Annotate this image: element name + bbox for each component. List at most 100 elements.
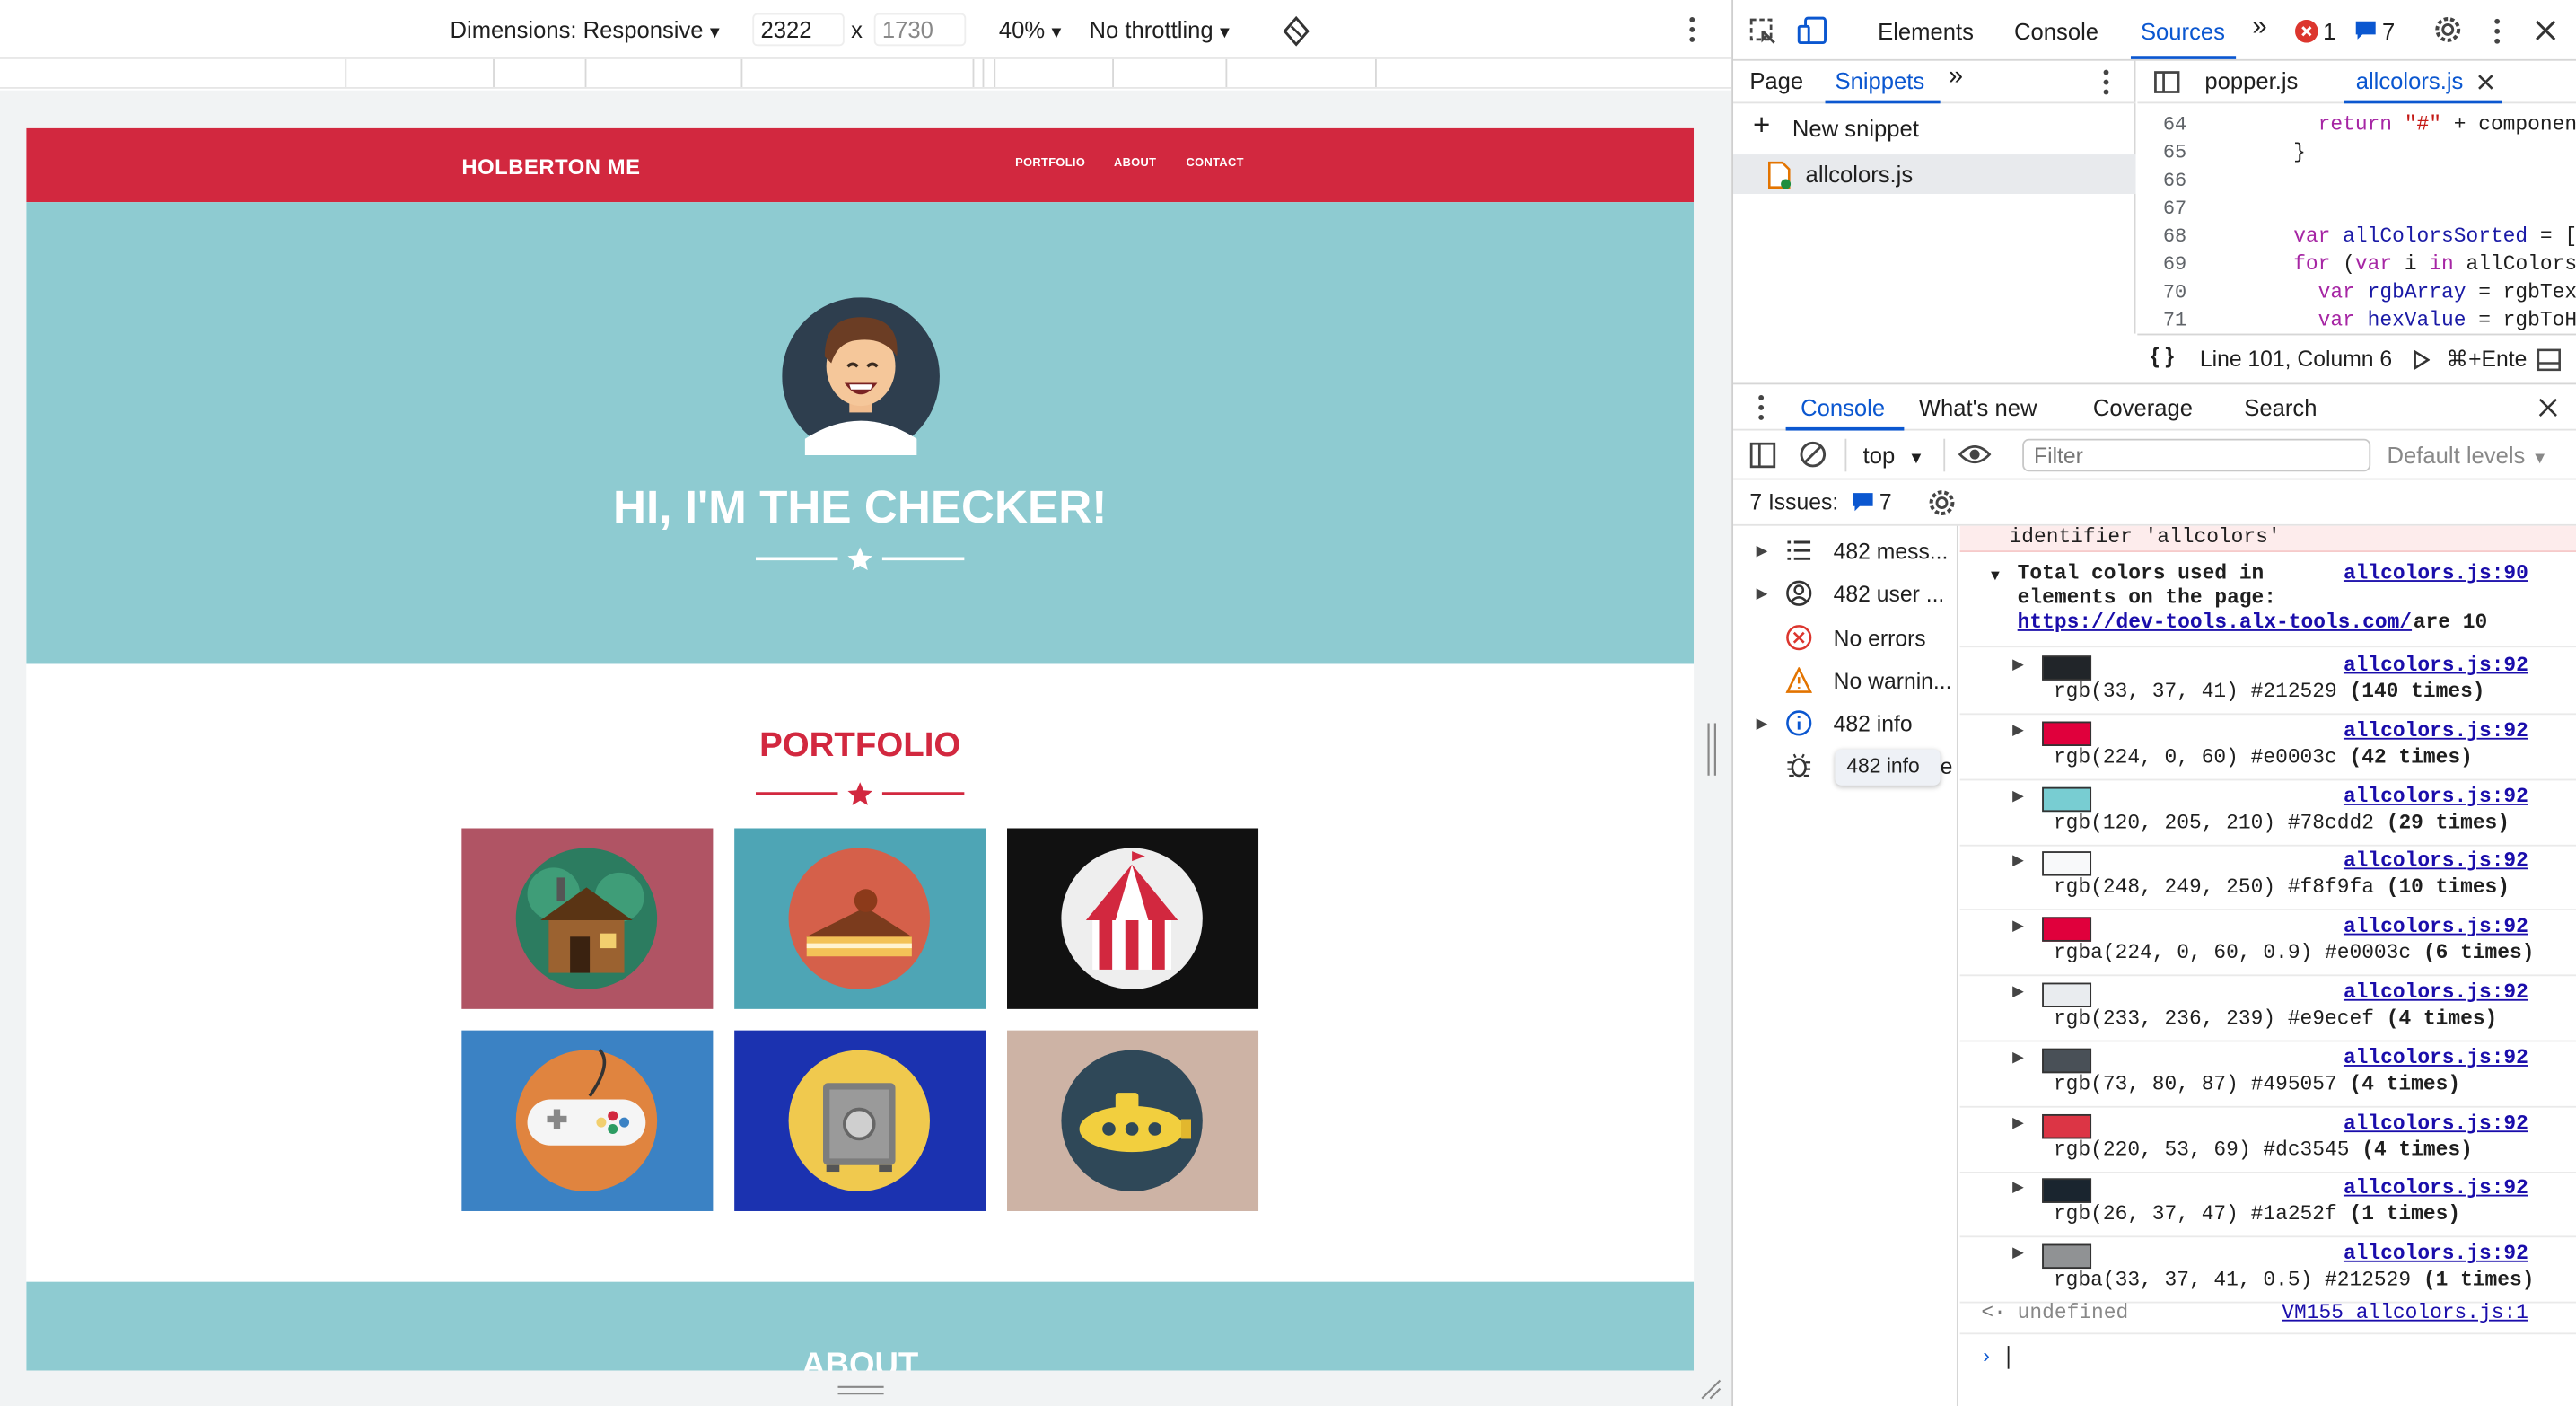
nav-contact[interactable]: CONTACT <box>1187 158 1244 170</box>
width-input[interactable]: 2322 <box>752 13 845 47</box>
sidebar-item-messages[interactable]: ▶ 482 mess... <box>1733 529 1958 572</box>
tab-sources[interactable]: Sources <box>2141 18 2225 44</box>
color-log-row[interactable]: ▶ allcolors.js:92 rgba(224, 0, 60, 0.9) #e… <box>1959 910 2576 977</box>
portfolio-tile-safe[interactable] <box>734 1030 986 1211</box>
log-levels-dropdown[interactable]: Default levels ▼ <box>2388 442 2548 468</box>
expand-triangle-icon[interactable]: ▶ <box>2012 1179 2024 1197</box>
drawer-tab-whats-new[interactable]: What's new <box>1919 394 2037 420</box>
sidebar-item-info[interactable]: ▶ 482 info <box>1733 702 1958 745</box>
source-link[interactable]: allcolors.js:92 <box>2344 785 2528 808</box>
error-count-icon[interactable] <box>2295 19 2318 43</box>
close-tab-icon[interactable] <box>2477 74 2493 90</box>
height-input[interactable]: 1730 <box>873 13 967 47</box>
dimensions-dropdown[interactable]: Dimensions: Responsive ▼ <box>451 16 723 42</box>
source-link[interactable]: allcolors.js:92 <box>2344 850 2528 874</box>
toggle-navigator-icon[interactable] <box>2154 69 2180 95</box>
sidebar-item-errors[interactable]: No errors <box>1733 616 1958 659</box>
tab-console[interactable]: Console <box>2014 18 2098 44</box>
snippet-file-item[interactable]: allcolors.js <box>1733 154 2136 194</box>
expand-triangle-icon[interactable]: ▶ <box>2012 786 2024 804</box>
expand-triangle-icon[interactable]: ▶ <box>2012 918 2024 936</box>
expand-triangle-icon[interactable]: ▶ <box>2012 655 2024 673</box>
nav-portfolio[interactable]: PORTFOLIO <box>1015 158 1085 170</box>
zoom-dropdown[interactable]: 40% ▼ <box>999 16 1065 42</box>
viewport-side-resize-handle[interactable] <box>1707 723 1717 776</box>
portfolio-tile-submarine[interactable] <box>1007 1030 1259 1211</box>
close-devtools-icon[interactable] <box>2535 20 2556 41</box>
media-query-bar[interactable] <box>0 58 1732 89</box>
error-count[interactable]: 1 <box>2323 18 2335 44</box>
color-log-row[interactable]: ▶ allcolors.js:92 rgb(233, 236, 239) #e9ec… <box>1959 976 2576 1042</box>
more-options-icon[interactable] <box>1687 16 1697 42</box>
line-number[interactable]: 66 <box>2137 170 2186 193</box>
line-number[interactable]: 68 <box>2137 225 2186 249</box>
color-log-row[interactable]: ▶ allcolors.js:92 rgb(120, 205, 210) #78cd… <box>1959 780 2576 846</box>
color-log-row[interactable]: ▶ allcolors.js:92 rgb(220, 53, 69) #dc3545… <box>1959 1107 2576 1173</box>
source-link[interactable]: allcolors.js:92 <box>2344 719 2528 743</box>
sidebar-item-warnings[interactable]: No warnin... <box>1733 659 1958 702</box>
portfolio-tile-controller[interactable] <box>461 1030 714 1211</box>
drawer-tab-search[interactable]: Search <box>2244 394 2317 420</box>
viewport-corner-resize-handle[interactable] <box>1699 1377 1722 1401</box>
console-filter-input[interactable]: Filter <box>2022 438 2371 472</box>
issues-count-icon[interactable] <box>2354 20 2378 41</box>
more-tabs-chevron-icon[interactable]: » <box>2252 13 2266 43</box>
devtools-menu-icon[interactable] <box>2493 18 2502 44</box>
color-log-row[interactable]: ▶ allcolors.js:92 rgb(33, 37, 41) #212529 … <box>1959 649 2576 716</box>
console-sidebar-toggle-icon[interactable] <box>1749 442 1776 469</box>
portfolio-tile-cake[interactable] <box>734 828 986 1009</box>
throttling-dropdown[interactable]: No throttling ▼ <box>1090 16 1233 42</box>
color-log-row[interactable]: ▶ allcolors.js:92 rgb(224, 0, 60) #e0003c … <box>1959 715 2576 781</box>
navigator-tab-snippets[interactable]: Snippets <box>1836 67 1925 93</box>
settings-gear-icon[interactable] <box>2433 14 2463 44</box>
expand-triangle-icon[interactable]: ▶ <box>2012 721 2024 739</box>
live-expression-eye-icon[interactable] <box>1958 444 1992 465</box>
drawer-menu-icon[interactable] <box>1757 394 1766 420</box>
source-link[interactable]: allcolors.js:92 <box>2344 981 2528 1005</box>
toggle-debugger-icon[interactable] <box>2537 348 2561 372</box>
run-snippet-icon[interactable] <box>2414 349 2431 370</box>
rotate-icon[interactable] <box>1280 14 1313 48</box>
navigator-more-chevron-icon[interactable]: » <box>1949 63 1963 92</box>
color-group-header[interactable]: ▼ Total colors used in elements on the p… <box>1959 562 2576 648</box>
line-number[interactable]: 64 <box>2137 113 2186 136</box>
group-source-link[interactable]: allcolors.js:90 <box>2344 562 2528 585</box>
site-brand[interactable]: HOLBERTON ME <box>461 154 640 179</box>
source-link[interactable]: allcolors.js:92 <box>2344 1243 2528 1266</box>
line-number[interactable]: 67 <box>2137 198 2186 221</box>
line-number[interactable]: 71 <box>2137 309 2186 332</box>
portfolio-tile-circus[interactable] <box>1007 828 1259 1009</box>
editor-tab-popper[interactable]: popper.js <box>2204 67 2298 93</box>
source-link[interactable]: allcolors.js:92 <box>2344 1177 2528 1200</box>
result-source-link[interactable]: VM155 allcolors.js:1 <box>2282 1302 2528 1325</box>
new-snippet-button[interactable]: + New snippet <box>1733 109 2135 148</box>
expanded-triangle-icon[interactable]: ▼ <box>1988 567 2002 583</box>
device-toolbar-icon[interactable] <box>1797 16 1830 46</box>
sidebar-item-user-messages[interactable]: ▶ 482 user ... <box>1733 572 1958 615</box>
source-link[interactable]: allcolors.js:92 <box>2344 1112 2528 1135</box>
issues-bar-count[interactable]: 7 <box>1879 489 1892 514</box>
color-log-row[interactable]: ▶ allcolors.js:92 rgb(248, 249, 250) #f8f9… <box>1959 846 2576 911</box>
expand-triangle-icon[interactable]: ▶ <box>2012 852 2024 870</box>
console-prompt[interactable]: › <box>1960 1341 2576 1377</box>
source-link[interactable]: allcolors.js:92 <box>2344 1047 2528 1070</box>
context-selector[interactable]: top ▼ <box>1863 442 1924 468</box>
issues-icon[interactable] <box>1852 491 1875 513</box>
source-link[interactable]: allcolors.js:92 <box>2344 916 2528 939</box>
line-number[interactable]: 65 <box>2137 141 2186 164</box>
color-log-row[interactable]: ▶ allcolors.js:92 rgb(26, 37, 47) #1a252f … <box>1959 1173 2576 1238</box>
close-drawer-icon[interactable] <box>2538 398 2558 417</box>
source-link[interactable]: allcolors.js:92 <box>2344 654 2528 677</box>
nav-about[interactable]: ABOUT <box>1114 158 1156 170</box>
expand-triangle-icon[interactable]: ▶ <box>2012 1113 2024 1131</box>
color-log-row[interactable]: ▶ allcolors.js:92 rgba(33, 37, 41, 0.5) #2… <box>1959 1238 2576 1304</box>
line-number[interactable]: 69 <box>2137 253 2186 277</box>
expand-triangle-icon[interactable]: ▶ <box>2012 1048 2024 1066</box>
editor-tab-allcolors[interactable]: allcolors.js <box>2356 67 2464 93</box>
tab-elements[interactable]: Elements <box>1878 18 1974 44</box>
color-log-row[interactable]: ▶ allcolors.js:92 rgb(73, 80, 87) #495057 … <box>1959 1041 2576 1108</box>
expand-triangle-icon[interactable]: ▶ <box>2012 983 2024 1001</box>
portfolio-tile-cabin[interactable] <box>461 828 714 1009</box>
drawer-tab-coverage[interactable]: Coverage <box>2093 394 2193 420</box>
drawer-tab-console[interactable]: Console <box>1801 394 1885 420</box>
